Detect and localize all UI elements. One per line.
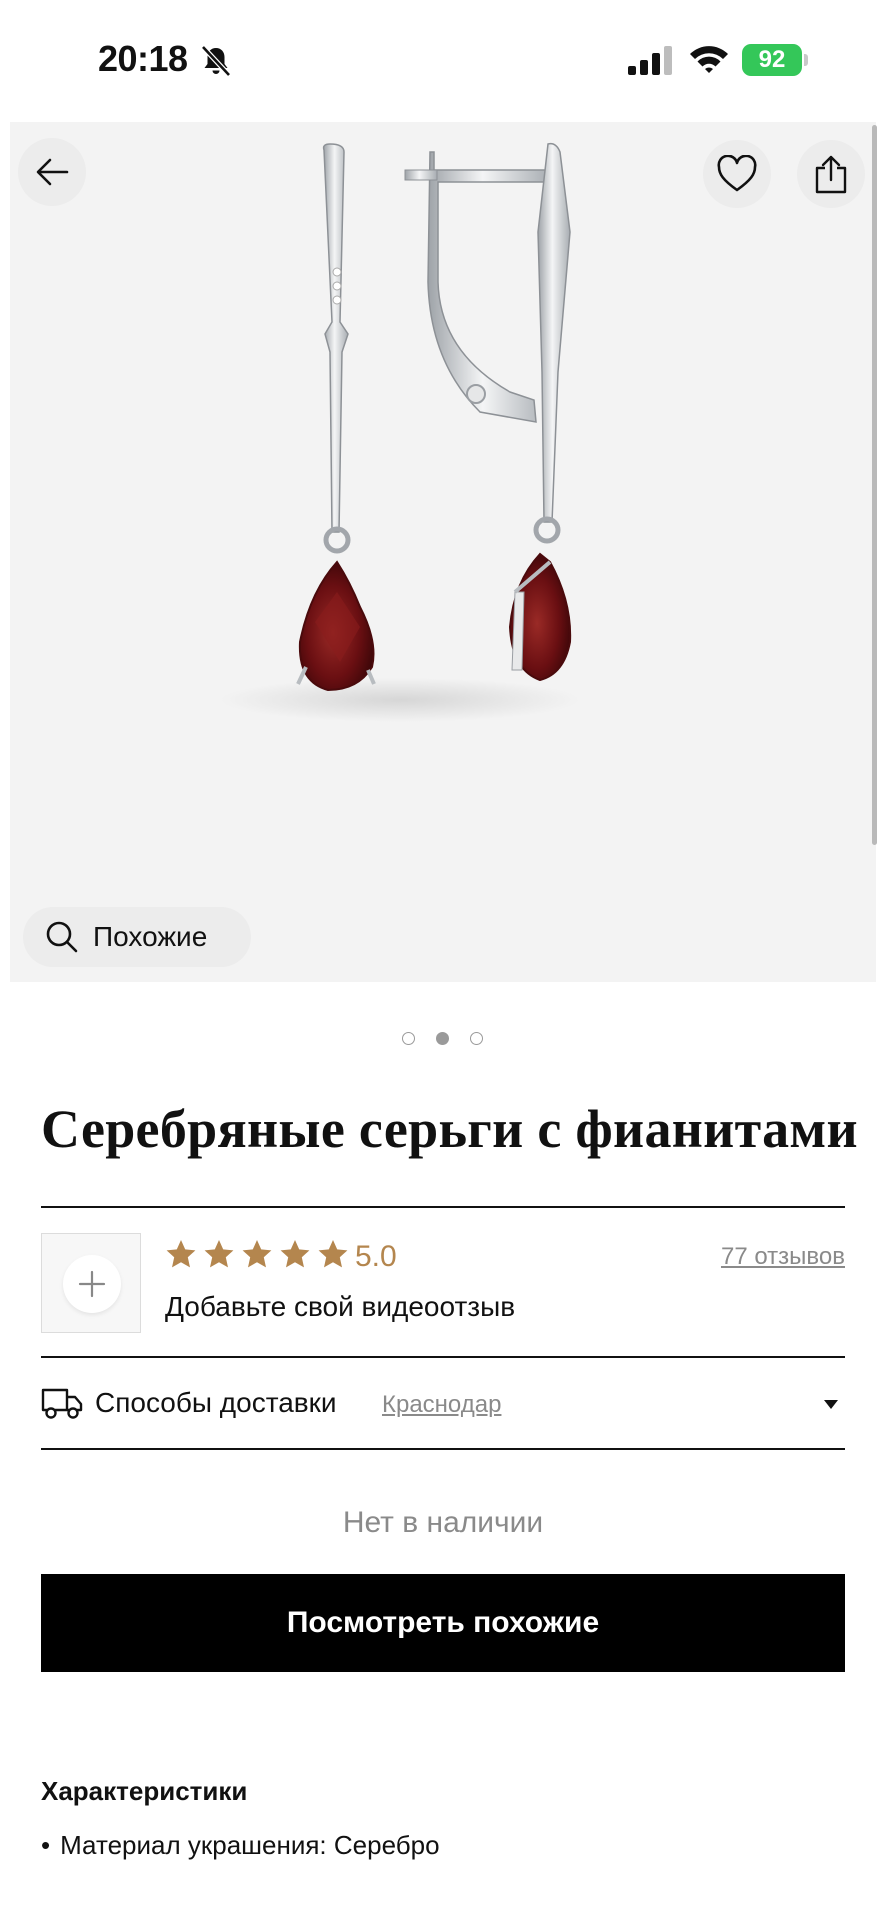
star-icon	[166, 1240, 196, 1268]
bell-slash-icon	[201, 45, 231, 77]
gallery-scrollbar[interactable]	[872, 125, 877, 845]
wifi-icon	[690, 46, 728, 73]
rating-stars	[165, 1238, 349, 1270]
share-icon	[815, 155, 847, 194]
back-button[interactable]	[18, 138, 86, 206]
page-dot[interactable]	[470, 1032, 483, 1045]
spec-item-text: Материал украшения: Серебро	[60, 1830, 440, 1860]
divider	[41, 1206, 845, 1208]
share-button[interactable]	[797, 140, 865, 208]
reviews-count-link[interactable]: 77 отзывов	[721, 1243, 845, 1271]
page-dot-active[interactable]	[436, 1032, 449, 1045]
star-icon	[204, 1240, 234, 1268]
similar-search-label: Похожие	[93, 921, 208, 952]
star-icon	[242, 1240, 272, 1268]
product-title: Серебряные серьги с фианитами	[41, 1099, 858, 1159]
chevron-down-icon[interactable]	[824, 1400, 838, 1409]
similar-search-button[interactable]: Похожие	[23, 907, 251, 967]
delivery-methods-label[interactable]: Способы доставки	[95, 1387, 337, 1419]
truck-icon	[41, 1388, 83, 1419]
search-icon	[46, 921, 78, 953]
heart-icon	[717, 155, 757, 192]
availability-status: Нет в наличии	[342, 1506, 544, 1539]
page-dot[interactable]	[402, 1032, 415, 1045]
star-icon	[280, 1240, 310, 1268]
status-bar: 20:18 92	[0, 0, 886, 120]
back-arrow-icon	[36, 158, 69, 186]
star-icon	[318, 1240, 348, 1268]
spec-item: • Материал украшения: Серебро	[41, 1830, 440, 1860]
divider	[41, 1356, 845, 1358]
city-link[interactable]: Краснодар	[382, 1391, 501, 1419]
plus-icon	[63, 1255, 121, 1313]
add-video-review-label[interactable]: Добавьте свой видеоотзыв	[165, 1291, 515, 1323]
divider	[41, 1448, 845, 1450]
gallery-pagination[interactable]	[402, 1032, 483, 1045]
specs-heading: Характеристики	[41, 1776, 248, 1806]
signal-icon	[628, 46, 672, 75]
product-gallery[interactable]	[10, 122, 876, 982]
rating-value: 5.0	[355, 1240, 397, 1273]
favorite-button[interactable]	[703, 140, 771, 208]
status-time: 20:18	[98, 38, 188, 79]
view-similar-button[interactable]: Посмотреть похожие	[41, 1574, 845, 1672]
add-video-review-button[interactable]	[41, 1233, 141, 1333]
product-image[interactable]	[10, 122, 876, 982]
battery-level: 92	[758, 46, 786, 73]
battery-indicator: 92	[742, 44, 808, 76]
